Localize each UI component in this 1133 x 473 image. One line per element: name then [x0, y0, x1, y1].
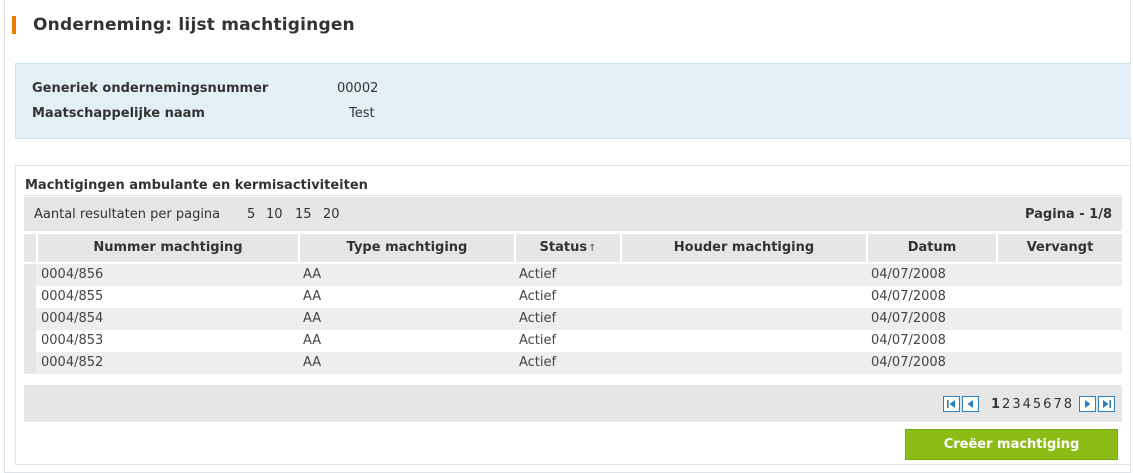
create-authorization-button[interactable]: Creëer machtiging: [905, 429, 1118, 460]
sort-ascending-icon: ↑: [588, 243, 597, 254]
row-stub: [24, 286, 36, 308]
table-row[interactable]: 0004/855 AA Actief 04/07/2008: [24, 286, 1122, 308]
company-name-label: Maatschappelijke naam: [32, 106, 205, 121]
company-name-row: Maatschappelijke naam Test: [32, 106, 375, 121]
next-page-glyph: [1085, 400, 1091, 408]
header-stub: [24, 234, 36, 262]
page-link-7[interactable]: 7: [1053, 397, 1061, 412]
row-stub: [24, 352, 36, 374]
last-page-glyph: [1103, 400, 1111, 408]
page-link-2[interactable]: 2: [1002, 397, 1010, 412]
per-page-option-5[interactable]: 5: [247, 207, 255, 222]
cell-nummer: 0004/855: [41, 289, 104, 304]
cell-type: AA: [303, 333, 322, 348]
cell-datum: 04/07/2008: [871, 311, 946, 326]
page-link-8[interactable]: 8: [1064, 397, 1072, 412]
page-link-4[interactable]: 4: [1023, 397, 1031, 412]
row-stub: [24, 308, 36, 330]
column-header-houder[interactable]: Houder machtiging: [622, 234, 866, 262]
table-row[interactable]: 0004/852 AA Actief 04/07/2008: [24, 352, 1122, 374]
table-row[interactable]: 0004/853 AA Actief 04/07/2008: [24, 330, 1122, 352]
per-page-option-10[interactable]: 10: [266, 207, 283, 222]
previous-page-glyph: [967, 400, 973, 408]
company-info-panel: Generiek ondernemingsnummer 00002 Maatsc…: [15, 63, 1131, 139]
page-link-3[interactable]: 3: [1012, 397, 1020, 412]
per-page-option-15[interactable]: 15: [295, 207, 312, 222]
previous-page-icon[interactable]: [961, 396, 979, 412]
cell-datum: 04/07/2008: [871, 289, 946, 304]
title-accent-bar: [12, 16, 16, 34]
table-row[interactable]: 0004/856 AA Actief 04/07/2008: [24, 264, 1122, 286]
cell-type: AA: [303, 267, 322, 282]
cell-datum: 04/07/2008: [871, 333, 946, 348]
column-header-type[interactable]: Type machtiging: [300, 234, 514, 262]
first-page-glyph: [946, 400, 955, 408]
column-header-status-label: Status: [539, 240, 588, 255]
section-title: Machtigingen ambulante en kermisactivite…: [25, 178, 368, 193]
cell-type: AA: [303, 311, 322, 326]
cell-nummer: 0004/856: [41, 267, 104, 282]
section-divider: [24, 195, 1122, 196]
first-page-icon[interactable]: [942, 396, 960, 412]
row-stub: [24, 330, 36, 352]
cell-status: Actief: [519, 267, 557, 282]
company-name-value: Test: [349, 106, 375, 121]
cell-datum: 04/07/2008: [871, 355, 946, 370]
page-link-1[interactable]: 1: [991, 397, 1000, 412]
cell-type: AA: [303, 355, 322, 370]
column-header-nummer[interactable]: Nummer machtiging: [38, 234, 298, 262]
company-number-row: Generiek ondernemingsnummer 00002: [32, 81, 378, 96]
cell-datum: 04/07/2008: [871, 267, 946, 282]
table-row[interactable]: 0004/854 AA Actief 04/07/2008: [24, 308, 1122, 330]
page-link-6[interactable]: 6: [1043, 397, 1051, 412]
page-indicator: Pagina - 1/8: [1024, 207, 1112, 222]
table-header: Nummer machtiging Type machtiging Status…: [24, 234, 1122, 262]
column-header-status[interactable]: Status↑: [516, 234, 620, 262]
last-page-icon[interactable]: [1098, 396, 1115, 412]
cell-status: Actief: [519, 311, 557, 326]
company-number-value: 00002: [337, 81, 379, 96]
pager-bar: 1 2 3 4 5 6 7 8: [24, 385, 1122, 422]
cell-nummer: 0004/853: [41, 333, 104, 348]
cell-nummer: 0004/854: [41, 311, 104, 326]
column-header-vervangt[interactable]: Vervangt: [998, 234, 1122, 262]
cell-status: Actief: [519, 289, 557, 304]
page-numbers: 1 2 3 4 5 6 7 8: [990, 397, 1073, 412]
authorizations-panel: Machtigingen ambulante en kermisactivite…: [15, 165, 1131, 465]
row-stub: [24, 264, 36, 286]
page-title: Onderneming: lijst machtigingen: [33, 15, 355, 35]
pagination: 1 2 3 4 5 6 7 8: [942, 396, 1116, 412]
cell-nummer: 0004/852: [41, 355, 104, 370]
next-page-icon[interactable]: [1079, 396, 1096, 412]
per-page-option-20[interactable]: 20: [323, 207, 340, 222]
cell-status: Actief: [519, 333, 557, 348]
per-page-label: Aantal resultaten per pagina: [34, 207, 221, 222]
page-header: Onderneming: lijst machtigingen: [12, 14, 355, 36]
cell-type: AA: [303, 289, 322, 304]
column-header-datum[interactable]: Datum: [868, 234, 996, 262]
page-link-5[interactable]: 5: [1033, 397, 1041, 412]
results-toolbar: Aantal resultaten per pagina 5 10 15 20 …: [24, 197, 1122, 232]
company-number-label: Generiek ondernemingsnummer: [32, 81, 269, 96]
cell-status: Actief: [519, 355, 557, 370]
